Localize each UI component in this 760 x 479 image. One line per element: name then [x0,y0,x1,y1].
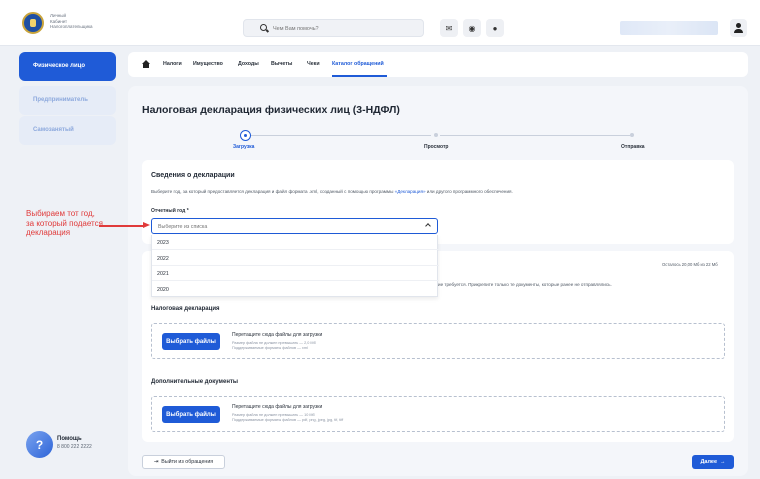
annotation-arrow-head [143,222,150,228]
year-option-2022[interactable]: 2022 [152,251,439,266]
help-phone: 8 800 222 2222 [57,444,92,450]
additional-docs-title: Дополнительные документы [151,379,238,385]
step-dot-send [630,133,634,137]
year-option-2023[interactable]: 2023 [152,235,439,250]
nav-active-underline [332,75,387,77]
declaration-drop-text: Перетащите сюда файлы для загрузки [232,332,323,338]
main-nav: Налоги Имущество Доходы Вычеты Чеки Ката… [128,52,748,77]
mail-button[interactable]: ✉ [440,19,458,37]
nav-receipts[interactable]: Чеки [307,61,320,67]
nav-requests-catalog[interactable]: Каталог обращений [332,61,384,67]
next-label: Далее [700,459,718,465]
search-box[interactable] [243,19,424,37]
step-dot-preview [434,133,438,137]
files-note: ие требуется. Прикрепите только те докум… [438,282,612,287]
additional-drop-text: Перетащите сюда файлы для загрузки [232,404,323,410]
additional-drop-zone[interactable]: Выбрать файлы Перетащите сюда файлы для … [151,396,725,432]
profile-button[interactable] [730,19,747,37]
nav-deductions[interactable]: Вычеты [271,61,292,67]
logo-text-line-3: Налогоплательщика [50,24,93,29]
year-select[interactable] [151,218,438,234]
exit-request-button[interactable]: ⇥ Выйти из обращения [142,455,225,469]
exit-request-label: Выйти из обращения [161,459,214,465]
nav-property[interactable]: Имущество [193,61,223,67]
logo-text[interactable]: Личный Кабинет Налогоплательщика [50,13,93,30]
year-option-2021[interactable]: 2021 [152,266,439,281]
declaration-drop-zone[interactable]: Выбрать файлы Перетащите сюда файлы для … [151,323,725,359]
step-line-1 [251,135,431,136]
year-select-input[interactable] [158,222,408,231]
next-button[interactable]: Далее → [692,455,734,469]
year-option-2020[interactable]: 2020 [152,282,439,297]
lightbulb-icon: ● [492,23,498,33]
help-icon: ? [26,431,53,458]
step-label-upload: Загрузка [233,144,255,150]
fns-logo[interactable] [22,12,44,34]
step-dot-upload [240,130,251,141]
annotation-note: Выбираем тот год, за который подается де… [26,209,103,238]
description-text-before: Выберите год, за который предоставляется… [151,189,395,194]
description-text-after: или другого программного обеспечения. [425,189,513,194]
nav-taxes[interactable]: Налоги [163,61,182,67]
user-name-blurred [620,21,718,35]
search-icon [260,24,267,31]
annotation-line-2: за который подается [26,218,103,228]
sidebar-item-entrepreneur[interactable]: Предприниматель [19,86,116,115]
eye-icon: ◉ [468,23,476,33]
declaration-program-link[interactable]: «Декларация» [395,189,426,194]
step-line-2 [440,135,630,136]
choose-declaration-files-button[interactable]: Выбрать файлы [162,333,220,350]
additional-format-hint: Поддерживаемые форматы файлов — pdf, png… [232,418,344,422]
declaration-info-description: Выберите год, за который предоставляется… [151,189,513,194]
home-icon[interactable] [142,60,150,68]
declaration-info-title: Сведения о декларации [151,172,235,179]
year-field-label: Отчетный год * [151,208,189,214]
tax-declaration-title: Налоговая декларация [151,306,220,312]
accessibility-button[interactable]: ◉ [463,19,481,37]
mail-icon: ✉ [445,23,453,33]
sidebar-item-self-employed[interactable]: Самозанятый [19,116,116,145]
annotation-arrow-line [99,225,144,227]
step-label-preview: Просмотр [424,144,449,150]
annotation-line-3: декларация [26,228,71,237]
step-label-send: Отправка [621,144,645,150]
sidebar-item-individual[interactable]: Физическое лицо [19,52,116,81]
year-dropdown-list: 2023 2022 2021 2020 [151,235,439,297]
chevron-up-icon[interactable] [425,223,431,229]
annotation-line-1: Выбираем тот год, [26,209,95,218]
declaration-format-hint: Поддерживаемые форматы файлов — xml [232,346,308,350]
search-input[interactable] [273,23,413,34]
page-title: Налоговая декларация физических лиц (3-Н… [142,104,400,116]
storage-remaining: Осталось 20,00 Мб из 22 Мб [662,262,718,267]
notifications-button[interactable]: ● [486,19,504,37]
help-title: Помощь [57,436,82,442]
arrow-right-icon: → [720,459,726,465]
choose-additional-files-button[interactable]: Выбрать файлы [162,406,220,423]
nav-income[interactable]: Доходы [238,61,259,67]
help-widget[interactable]: ? Помощь 8 800 222 2222 [26,431,116,459]
top-header: Личный Кабинет Налогоплательщика ✉ ◉ ● [0,0,760,46]
exit-icon: ⇥ [153,459,159,465]
